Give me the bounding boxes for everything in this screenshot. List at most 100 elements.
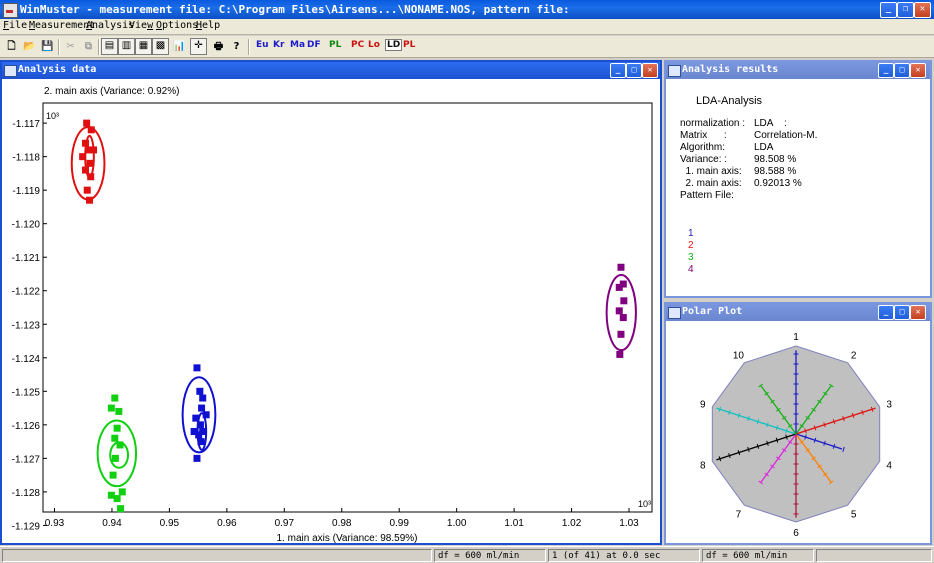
data-point[interactable]: [197, 438, 205, 446]
data-point[interactable]: [107, 404, 115, 412]
data-point[interactable]: [615, 283, 623, 291]
menu-analysis[interactable]: Analysis: [86, 20, 134, 31]
close-app-button[interactable]: ✕: [914, 2, 931, 18]
data-point[interactable]: [616, 350, 624, 358]
data-point[interactable]: [86, 159, 94, 167]
chart-view-icon[interactable]: ▦: [135, 38, 152, 55]
data-point[interactable]: [199, 394, 207, 402]
data-point[interactable]: [617, 330, 625, 338]
status-bar: df = 600 ml/min 1 (of 41) at 0.0 sec df …: [0, 546, 934, 563]
pl-red-button[interactable]: PL: [403, 40, 415, 50]
polar-axis-label: 4: [886, 460, 892, 471]
minimize-window-button[interactable]: _: [610, 63, 626, 78]
data-point[interactable]: [617, 263, 625, 271]
open-folder-icon[interactable]: 📂: [21, 38, 38, 55]
data-point[interactable]: [83, 186, 91, 194]
menu-options[interactable]: Options: [156, 20, 198, 31]
minimize-polar-button[interactable]: _: [878, 305, 894, 320]
minimize-results-button[interactable]: _: [878, 63, 894, 78]
result-value: 0.92013 %: [754, 178, 802, 189]
polar-plot-titlebar[interactable]: Polar Plot _ □ ✕: [666, 304, 930, 321]
data-point[interactable]: [117, 505, 125, 513]
data-point[interactable]: [196, 421, 204, 429]
menu-file[interactable]: File: [3, 20, 27, 31]
polar-axis-label: 6: [793, 528, 799, 539]
window-icon[interactable]: [668, 65, 681, 77]
result-value: 98.508 %: [754, 154, 797, 165]
data-point[interactable]: [87, 173, 95, 181]
data-point[interactable]: [111, 454, 119, 462]
data-point[interactable]: [109, 471, 117, 479]
pl-green-button[interactable]: PL: [329, 40, 341, 50]
close-results-button[interactable]: ✕: [910, 63, 926, 78]
mahalanobis-button[interactable]: Ma: [290, 40, 305, 50]
euclid-button[interactable]: Eu: [256, 40, 269, 50]
class-label: 1: [688, 228, 694, 239]
data-point[interactable]: [202, 411, 210, 419]
analysis-results-titlebar[interactable]: Analysis results _ □ ✕: [666, 62, 930, 79]
df-button[interactable]: DF: [307, 40, 321, 50]
result-value: LDA: [754, 142, 774, 153]
data-point[interactable]: [87, 126, 95, 134]
menu-view[interactable]: View: [129, 20, 153, 31]
data-point[interactable]: [195, 431, 203, 439]
data-point[interactable]: [113, 495, 121, 503]
data-point[interactable]: [115, 407, 123, 415]
close-window-button[interactable]: ✕: [642, 63, 658, 78]
crosshair-icon[interactable]: ✛: [190, 38, 207, 55]
window-icon[interactable]: [668, 307, 681, 319]
maximize-polar-button[interactable]: □: [894, 305, 910, 320]
print-icon[interactable]: 🖶: [210, 38, 227, 55]
close-polar-button[interactable]: ✕: [910, 305, 926, 320]
data-point[interactable]: [111, 434, 119, 442]
data-point[interactable]: [82, 139, 90, 147]
x-tick-label: 0.98: [332, 518, 352, 529]
lda-button[interactable]: LD: [385, 39, 403, 51]
data-point[interactable]: [196, 387, 204, 395]
menu-help[interactable]: Help: [196, 20, 220, 31]
x-tick-label: 1.01: [504, 518, 524, 529]
save-icon[interactable]: 💾: [39, 38, 56, 55]
data-point[interactable]: [615, 307, 623, 315]
analysis-results-title: Analysis results: [682, 64, 779, 75]
restore-app-button[interactable]: ❐: [897, 2, 914, 18]
data-point[interactable]: [111, 394, 119, 402]
kr-button[interactable]: Kr: [273, 40, 284, 50]
data-point[interactable]: [620, 297, 628, 305]
table-view-icon[interactable]: ▤: [101, 38, 118, 55]
x-tick-label: 1.02: [562, 518, 582, 529]
histogram-icon[interactable]: 📊: [171, 38, 188, 55]
y-axis-multiplier: 10³: [46, 111, 59, 121]
x-tick-label: 0.99: [389, 518, 409, 529]
minimize-app-button[interactable]: _: [880, 2, 897, 18]
y-tick-label: -1.119: [12, 186, 40, 197]
data-point[interactable]: [90, 146, 98, 154]
grid-view-icon[interactable]: ▩: [152, 38, 169, 55]
data-point[interactable]: [192, 414, 200, 422]
x-axis-label: 1. main axis (Variance: 98.59%): [277, 533, 418, 543]
data-point[interactable]: [82, 166, 90, 174]
data-point[interactable]: [118, 488, 126, 496]
y-tick-label: -1.123: [12, 320, 41, 331]
maximize-results-button[interactable]: □: [894, 63, 910, 78]
loadings-button[interactable]: Lo: [368, 40, 380, 50]
data-point[interactable]: [83, 119, 91, 127]
data-point[interactable]: [113, 424, 121, 432]
help-icon[interactable]: ?: [228, 38, 245, 55]
new-file-icon[interactable]: 🗋: [3, 38, 20, 55]
maximize-window-button[interactable]: □: [626, 63, 642, 78]
data-point[interactable]: [619, 314, 627, 322]
pca-button[interactable]: PC: [351, 40, 364, 50]
window-icon[interactable]: [4, 65, 17, 77]
data-point[interactable]: [198, 404, 206, 412]
bar-view-icon[interactable]: ▥: [118, 38, 135, 55]
data-point[interactable]: [193, 454, 201, 462]
cut-icon[interactable]: ✂: [62, 38, 79, 55]
analysis-data-titlebar[interactable]: Analysis data _ □ ✕: [2, 62, 660, 79]
app-icon[interactable]: [3, 3, 18, 18]
copy-icon[interactable]: ⧉: [80, 38, 97, 55]
data-point[interactable]: [193, 364, 201, 372]
data-point[interactable]: [79, 153, 87, 161]
data-point[interactable]: [116, 441, 124, 449]
data-point[interactable]: [86, 196, 94, 204]
